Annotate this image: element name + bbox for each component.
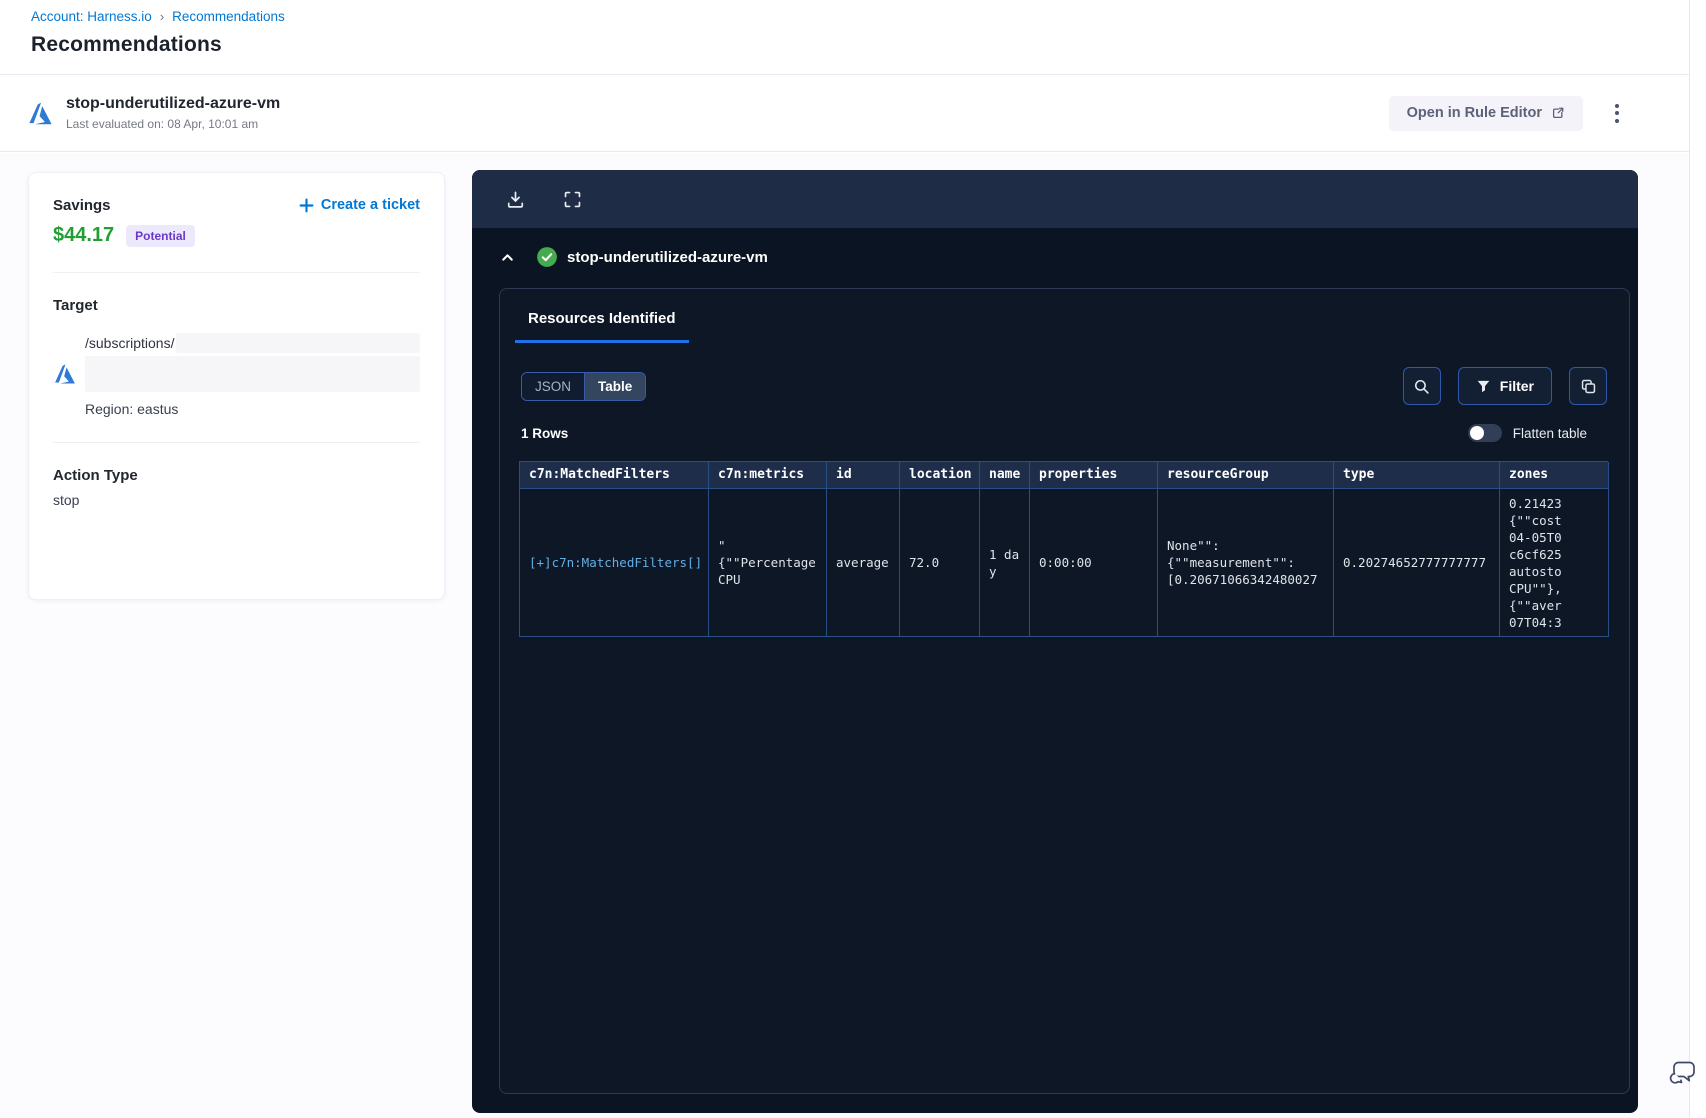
copy-button[interactable] [1569,367,1607,405]
column-header: zones [1500,462,1609,489]
result-collapse-row: stop-underutilized-azure-vm [499,246,768,268]
cell-metrics: " {""Percentage CPU [709,489,827,637]
external-link-icon [1551,106,1565,120]
breadcrumb-account-link[interactable]: Account: Harness.io [31,9,152,24]
plus-icon [299,198,314,213]
breadcrumb-current-link[interactable]: Recommendations [172,9,285,24]
target-label: Target [53,297,98,314]
cell-name: 1 day [980,489,1030,637]
column-header: location [900,462,980,489]
savings-label: Savings [53,197,111,214]
help-chat-button[interactable] [1666,1056,1698,1088]
resources-table: c7n:MatchedFilters c7n:metrics id locati… [519,461,1609,637]
rows-count: 1 Rows [521,425,569,441]
recommendation-title: stop-underutilized-azure-vm [66,95,281,112]
resources-box: Resources Identified JSON Table Filter 1… [499,288,1630,1094]
chat-bubbles-icon [1666,1056,1698,1088]
azure-logo-icon [53,362,77,386]
result-title: stop-underutilized-azure-vm [567,248,768,266]
savings-card: Savings Create a ticket $44.17 Potential… [28,172,445,600]
column-header: resourceGroup [1158,462,1334,489]
cell-location: 72.0 [900,489,980,637]
recommendations-page: Account: Harness.io › Recommendations Re… [0,0,1706,1118]
cell-properties: 0:00:00 [1030,489,1158,637]
target-path: /subscriptions/ [85,335,175,351]
view-mode-toggle: JSON Table [521,371,647,401]
search-button[interactable] [1402,367,1441,405]
cell-zones: 0.21423 {""cost 04-05T0 c6cf625 autosto … [1500,489,1609,637]
download-icon[interactable] [506,190,525,209]
flatten-table-label: Flatten table [1512,425,1587,441]
breadcrumb: Account: Harness.io › Recommendations [31,9,285,24]
savings-amount: $44.17 [53,224,115,246]
page-right-divider [1689,0,1690,1118]
copy-icon [1580,378,1597,395]
more-options-menu[interactable] [1611,100,1623,127]
column-header: c7n:metrics [709,462,827,489]
divider [53,272,420,273]
target-region: Region: eastus [85,401,179,417]
column-header: name [980,462,1030,489]
flatten-table-toggle[interactable] [1467,424,1502,442]
column-header: c7n:MatchedFilters [520,462,709,489]
last-evaluated-text: Last evaluated on: 08 Apr, 10:01 am [66,117,259,131]
column-header: type [1334,462,1500,489]
chevron-up-icon[interactable] [499,249,516,266]
create-ticket-label: Create a ticket [320,197,420,213]
tab-resources-identified[interactable]: Resources Identified [515,310,689,343]
column-header: properties [1030,462,1158,489]
results-panel: stop-underutilized-azure-vm Resources Id… [472,170,1638,1113]
create-ticket-button[interactable]: Create a ticket [299,197,420,213]
success-check-icon [536,246,558,268]
action-type-value: stop [53,492,80,508]
redacted-resource-path [85,356,420,392]
column-header: id [827,462,900,489]
potential-badge: Potential [126,224,195,247]
target-block: /subscriptions/ Region: eastus [53,333,420,417]
cell-resource-group: None"": {""measurement"": [0.20671066342… [1158,489,1334,637]
panel-toolbar [472,170,1638,228]
open-rule-editor-label: Open in Rule Editor [1406,105,1542,121]
redacted-target-id [176,333,420,353]
search-icon [1413,378,1430,395]
filter-button[interactable]: Filter [1457,367,1552,405]
filter-icon [1476,379,1491,394]
filter-label: Filter [1499,378,1534,394]
view-table-button[interactable]: Table [585,372,646,400]
action-type-label: Action Type [53,467,138,484]
open-rule-editor-button[interactable]: Open in Rule Editor [1388,95,1583,131]
fullscreen-icon[interactable] [563,190,582,209]
azure-logo-icon [27,100,54,127]
topbar: Account: Harness.io › Recommendations Re… [31,9,285,57]
page-title: Recommendations [31,33,222,56]
breadcrumb-separator: › [159,9,165,24]
cell-id: average [827,489,900,637]
cell-matched-filters-expand[interactable]: [+]c7n:MatchedFilters[] [520,489,709,637]
recommendation-header: stop-underutilized-azure-vm Last evaluat… [0,74,1689,152]
cell-type: 0.20274652777777777 [1334,489,1500,637]
divider [53,442,420,443]
view-json-button[interactable]: JSON [522,372,586,400]
